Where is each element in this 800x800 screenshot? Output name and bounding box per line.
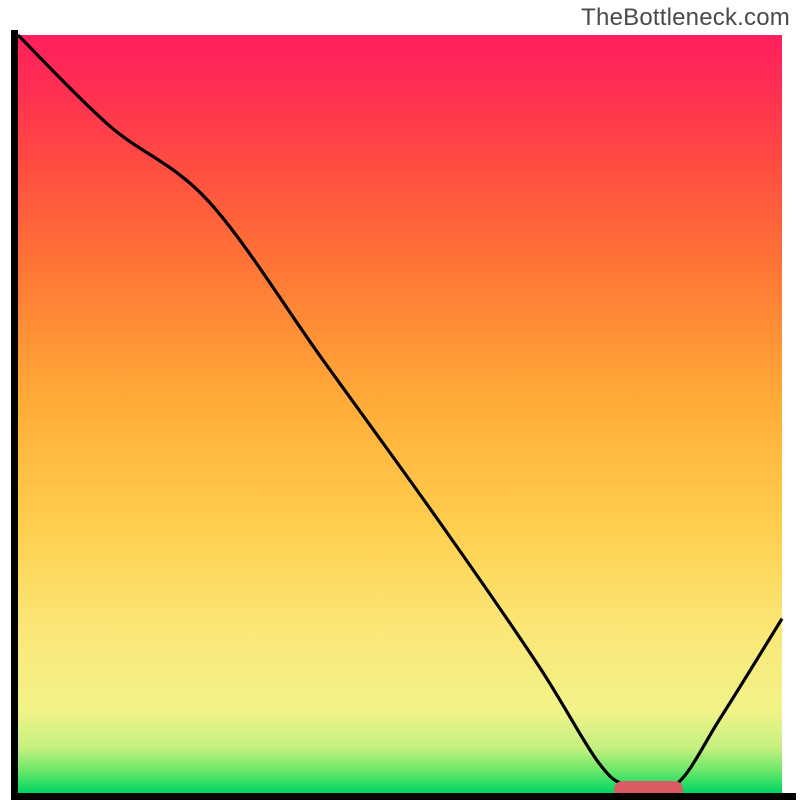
curve-path xyxy=(18,35,782,791)
x-axis xyxy=(11,793,796,800)
attribution-label: TheBottleneck.com xyxy=(581,4,790,32)
chart-container: TheBottleneck.com xyxy=(0,0,800,800)
bottleneck-curve xyxy=(18,35,782,793)
y-axis xyxy=(11,30,18,798)
